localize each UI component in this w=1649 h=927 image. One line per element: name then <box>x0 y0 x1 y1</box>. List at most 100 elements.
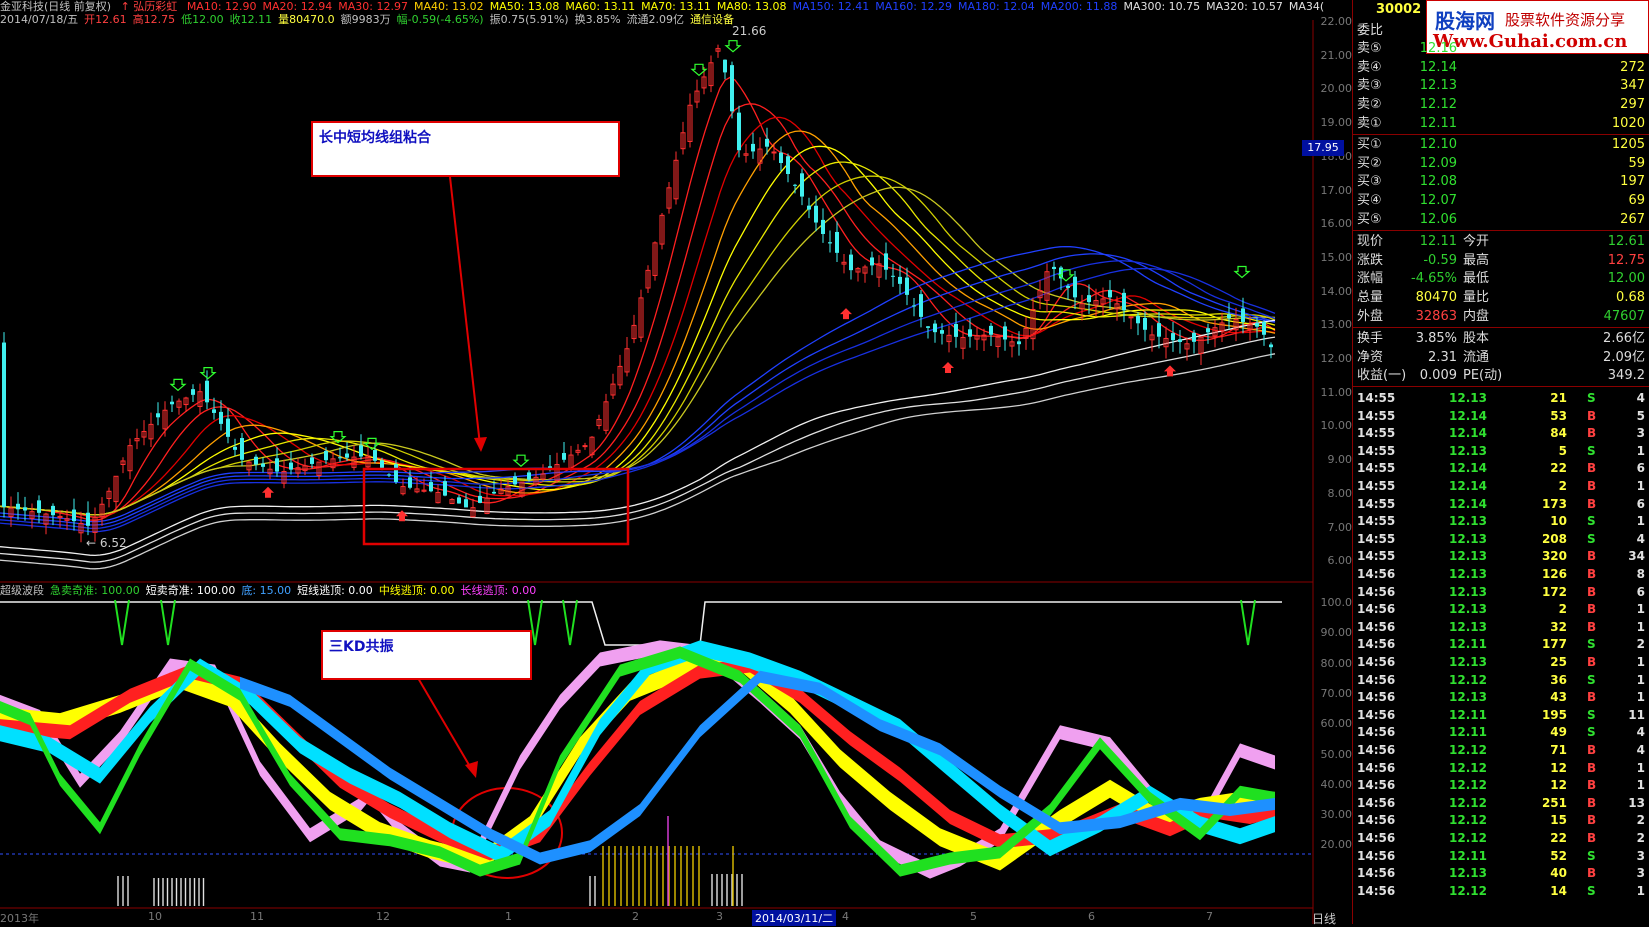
order-level-label: 卖③ <box>1357 78 1382 94</box>
tick-side: S <box>1587 883 1596 898</box>
tick-volume: 12 <box>1550 778 1567 793</box>
buy-level-row[interactable]: 买③ 12.08 197 <box>1353 173 1649 191</box>
tick-row[interactable]: 14:56 12.13 126 B 8 <box>1353 565 1649 583</box>
panel-divider <box>1353 230 1649 231</box>
tick-row[interactable]: 14:56 12.13 43 B 1 <box>1353 688 1649 706</box>
tick-time: 14:56 <box>1357 707 1396 722</box>
tick-time: 14:56 <box>1357 883 1396 898</box>
price-tick: 15.00 <box>1320 250 1353 264</box>
tick-row[interactable]: 14:55 12.14 84 B 3 <box>1353 424 1649 442</box>
tick-row[interactable]: 14:55 12.13 21 S 4 <box>1353 389 1649 407</box>
tick-row[interactable]: 14:56 12.12 36 S 1 <box>1353 671 1649 689</box>
buy-level-row[interactable]: 买④ 12.07 69 <box>1353 192 1649 210</box>
sell-level-row[interactable]: 卖④ 12.14 272 <box>1353 59 1649 77</box>
quote-stat-row[interactable]: 净资 2.31 流通 2.09亿 <box>1353 349 1649 367</box>
ma-value: MA40: 13.02 <box>413 0 484 13</box>
stat-value: 2.66亿 <box>1603 331 1645 346</box>
tick-row[interactable]: 14:55 12.14 22 B 6 <box>1353 459 1649 477</box>
tick-row[interactable]: 14:56 12.11 52 S 3 <box>1353 847 1649 865</box>
tick-side: B <box>1587 619 1597 634</box>
quote-stat-row[interactable]: 涨幅 -4.65% 最低 12.00 <box>1353 270 1649 288</box>
stat-label: 涨跌 <box>1357 252 1384 268</box>
high-label: 21.66 <box>732 24 767 38</box>
tick-row[interactable]: 14:56 12.13 2 B 1 <box>1353 600 1649 618</box>
buy-level-row[interactable]: 买⑤ 12.06 267 <box>1353 211 1649 229</box>
tick-volume: 177 <box>1541 637 1567 652</box>
kline-chart-area[interactable]: 金亚科技(日线 前复权) ↑ 弘历彩虹 MA10: 12.90 MA20: 12.… <box>0 0 1353 927</box>
tick-row[interactable]: 14:56 12.13 172 B 6 <box>1353 583 1649 601</box>
sub-tick: 40.00 <box>1320 777 1353 791</box>
buy-level-row[interactable]: 买② 12.09 59 <box>1353 155 1649 173</box>
quote-stat-row[interactable]: 涨跌 -0.59 最高 12.75 <box>1353 252 1649 270</box>
sub-indicator-value: 长线逃顶: 0.00 <box>460 584 537 597</box>
stat-value: 12.75 <box>1607 252 1645 268</box>
stat-value: 3.85% <box>1415 331 1457 346</box>
tick-row[interactable]: 14:56 12.11 195 S 11 <box>1353 706 1649 724</box>
panel-divider <box>1353 386 1649 387</box>
tick-volume: 10 <box>1550 514 1567 529</box>
tick-row[interactable]: 14:56 12.12 22 B 2 <box>1353 829 1649 847</box>
tick-price: 12.14 <box>1449 479 1487 493</box>
tick-price: 12.13 <box>1449 619 1487 634</box>
tick-row[interactable]: 14:56 12.13 40 B 3 <box>1353 864 1649 882</box>
tick-row[interactable]: 14:56 12.11 177 S 2 <box>1353 635 1649 653</box>
sub-tick: 70.00 <box>1320 686 1353 700</box>
order-price: 12.08 <box>1419 174 1457 190</box>
quote-stat-row[interactable]: 外盘 32863 内盘 47607 <box>1353 308 1649 326</box>
tick-row[interactable]: 14:56 12.12 14 S 1 <box>1353 882 1649 900</box>
quote-stat-row[interactable]: 现价 12.11 今开 12.61 <box>1353 233 1649 251</box>
tick-price: 12.14 <box>1449 408 1487 423</box>
tick-row[interactable]: 14:56 12.12 12 B 1 <box>1353 759 1649 777</box>
tick-row[interactable]: 14:55 12.13 320 B 34 <box>1353 547 1649 565</box>
sell-level-row[interactable]: 卖② 12.12 297 <box>1353 96 1649 114</box>
tick-row[interactable]: 14:56 12.12 71 B 4 <box>1353 741 1649 759</box>
tick-row[interactable]: 14:56 12.12 15 B 2 <box>1353 811 1649 829</box>
tick-side: B <box>1587 778 1597 793</box>
tick-side: B <box>1587 760 1597 775</box>
ohlc-value: 流通2.09亿 <box>626 13 685 26</box>
sell-level-row[interactable]: 卖③ 12.13 347 <box>1353 77 1649 95</box>
price-tick: 14.00 <box>1320 284 1353 298</box>
chart-canvas[interactable] <box>0 0 1352 924</box>
tick-count: 3 <box>1636 848 1645 863</box>
tick-row[interactable]: 14:55 12.13 10 S 1 <box>1353 512 1649 530</box>
tick-volume: 25 <box>1550 655 1567 669</box>
price-tick: 16.00 <box>1320 217 1353 231</box>
tick-row[interactable]: 14:55 12.14 173 B 6 <box>1353 495 1649 513</box>
tick-price: 12.11 <box>1449 637 1487 652</box>
tick-row[interactable]: 14:55 12.14 53 B 5 <box>1353 407 1649 425</box>
tick-time: 14:56 <box>1357 743 1396 757</box>
tick-count: 11 <box>1628 707 1645 722</box>
sub-indicator-value: 短卖奇准: 100.00 <box>145 584 236 597</box>
stat-label: 今开 <box>1463 234 1490 249</box>
stat-label: 净资 <box>1357 349 1384 365</box>
tick-side: B <box>1587 549 1597 564</box>
period-label[interactable]: 日线 <box>1312 910 1336 927</box>
tick-time: 14:56 <box>1357 567 1396 581</box>
tick-row[interactable]: 14:55 12.13 5 S 1 <box>1353 442 1649 460</box>
quote-stat-row[interactable]: 换手 3.85% 股本 2.66亿 <box>1353 330 1649 348</box>
ma-value: MA60: 13.11 <box>565 0 636 13</box>
tick-row[interactable]: 14:56 12.13 32 B 1 <box>1353 618 1649 636</box>
tick-time: 14:55 <box>1357 408 1396 423</box>
order-level-label: 卖④ <box>1357 59 1382 75</box>
quote-stat-row[interactable]: 收益(一) 0.009 PE(动) 349.2 <box>1353 367 1649 385</box>
tick-row[interactable]: 14:55 12.14 2 B 1 <box>1353 477 1649 495</box>
tick-row[interactable]: 14:56 12.11 49 S 4 <box>1353 723 1649 741</box>
order-level-label: 卖② <box>1357 97 1382 113</box>
sell-level-row[interactable]: 卖⑤ 12.16 <box>1353 40 1649 58</box>
quote-stat-row[interactable]: 总量 80470 量比 0.68 <box>1353 289 1649 307</box>
tick-side: B <box>1587 655 1597 669</box>
tick-volume: 251 <box>1541 795 1567 810</box>
date-tick: 2 <box>632 910 639 923</box>
tick-volume: 22 <box>1550 461 1567 476</box>
buy-level-row[interactable]: 买① 12.10 1205 <box>1353 136 1649 154</box>
tick-row[interactable]: 14:56 12.12 12 B 1 <box>1353 776 1649 794</box>
stat-label: 量比 <box>1463 290 1490 306</box>
date-tick: 10 <box>148 910 162 923</box>
tick-row[interactable]: 14:55 12.13 208 S 4 <box>1353 530 1649 548</box>
tick-row[interactable]: 14:56 12.13 25 B 1 <box>1353 653 1649 671</box>
tick-row[interactable]: 14:56 12.12 251 B 13 <box>1353 794 1649 812</box>
tick-side: B <box>1587 584 1597 599</box>
sell-level-row[interactable]: 卖① 12.11 1020 <box>1353 115 1649 133</box>
